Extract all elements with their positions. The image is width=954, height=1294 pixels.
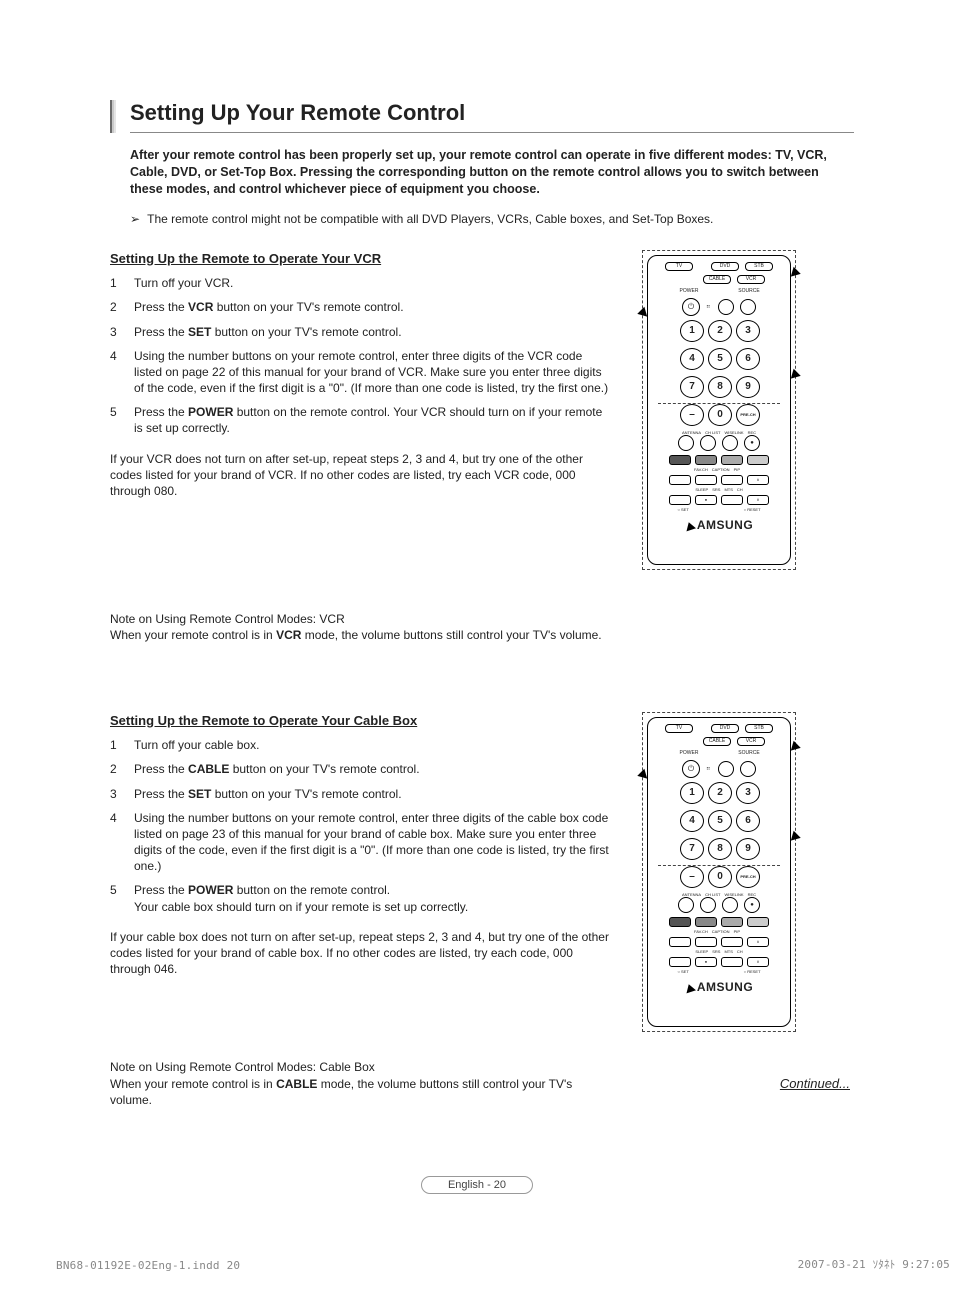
vcr-step-3: 3Press the SET button on your TV's remot…	[110, 324, 610, 340]
remote-cable-button: CABLE	[703, 275, 731, 284]
cable-step-1: 1Turn off your cable box.	[110, 737, 610, 753]
compatibility-note: ➢ The remote control might not be compat…	[130, 212, 854, 226]
prech-button: PRE-CH	[736, 404, 760, 426]
vcr-section: Setting Up the Remote to Operate Your VC…	[110, 250, 854, 656]
vcr-mode-note: Note on Using Remote Control Modes: VCR …	[110, 611, 610, 643]
cable-section: Setting Up the Remote to Operate Your Ca…	[110, 712, 854, 1120]
cable-fallback: If your cable box does not turn on after…	[110, 929, 610, 978]
compatibility-note-text: The remote control might not be compatib…	[147, 212, 713, 226]
number-pad: 1 2 3 4 5 6 7 8 9 – 0 PRE-CH	[652, 320, 786, 426]
title-accent-bar	[110, 100, 116, 133]
arrow-icon: ➢	[130, 212, 144, 226]
power-icon: ⏻	[682, 298, 700, 316]
indesign-filename: BN68-01192E-02Eng-1.indd 20	[56, 1259, 240, 1272]
vcr-steps: 1Turn off your VCR. 2Press the VCR butto…	[110, 275, 610, 437]
cable-mode-note: Note on Using Remote Control Modes: Cabl…	[110, 1059, 610, 1108]
vcr-step-2: 2Press the VCR button on your TV's remot…	[110, 299, 610, 315]
remote-dvd-button: DVD	[711, 262, 739, 271]
cable-remote-diagram-column: TV DVD STB CABLE VCR POWER SOURCE	[634, 712, 804, 1120]
power-icon: ⏻	[682, 760, 700, 778]
remote-tv-button: TV	[665, 262, 693, 271]
remote-stb-button: STB	[745, 262, 773, 271]
remote-diagram-cable: TV DVD STB CABLE VCR POWER SOURCE	[642, 712, 796, 1032]
vcr-step-5: 5Press the POWER button on the remote co…	[110, 404, 610, 436]
vcr-step-4: 4Using the number buttons on your remote…	[110, 348, 610, 397]
cable-heading: Setting Up the Remote to Operate Your Ca…	[110, 712, 610, 730]
intro-paragraph: After your remote control has been prope…	[130, 147, 854, 198]
samsung-logo: AMSUNG	[652, 980, 786, 994]
remote-diagram-vcr: TV DVD STB CABLE VCR POWER SOURCE	[642, 250, 796, 570]
remote-vcr-button: VCR	[737, 275, 765, 284]
source-button	[740, 299, 756, 315]
page-number-badge: English - 20	[421, 1176, 533, 1194]
samsung-logo: AMSUNG	[652, 518, 786, 532]
continued-label: Continued...	[780, 1076, 850, 1091]
page-title-wrap: Setting Up Your Remote Control	[110, 100, 854, 133]
cable-step-2: 2Press the CABLE button on your TV's rem…	[110, 761, 610, 777]
indesign-timestamp: 2007-03-21 ｿﾀﾈﾄ 9:27:05	[798, 1256, 950, 1272]
vcr-heading: Setting Up the Remote to Operate Your VC…	[110, 250, 610, 268]
vcr-fallback: If your VCR does not turn on after set-u…	[110, 451, 610, 500]
vcr-step-1: 1Turn off your VCR.	[110, 275, 610, 291]
cable-step-4: 4Using the number buttons on your remote…	[110, 810, 610, 875]
cable-step-5: 5Press the POWER button on the remote co…	[110, 882, 610, 914]
vcr-remote-diagram-column: TV DVD STB CABLE VCR POWER SOURCE	[634, 250, 804, 656]
clock-icon	[718, 299, 734, 315]
cable-steps: 1Turn off your cable box. 2Press the CAB…	[110, 737, 610, 915]
cable-text-column: Setting Up the Remote to Operate Your Ca…	[110, 712, 610, 1120]
cable-step-3: 3Press the SET button on your TV's remot…	[110, 786, 610, 802]
page-footer: English - 20	[0, 1176, 954, 1194]
manual-page: Setting Up Your Remote Control After you…	[0, 0, 954, 1294]
vcr-text-column: Setting Up the Remote to Operate Your VC…	[110, 250, 610, 656]
page-title: Setting Up Your Remote Control	[130, 100, 854, 133]
